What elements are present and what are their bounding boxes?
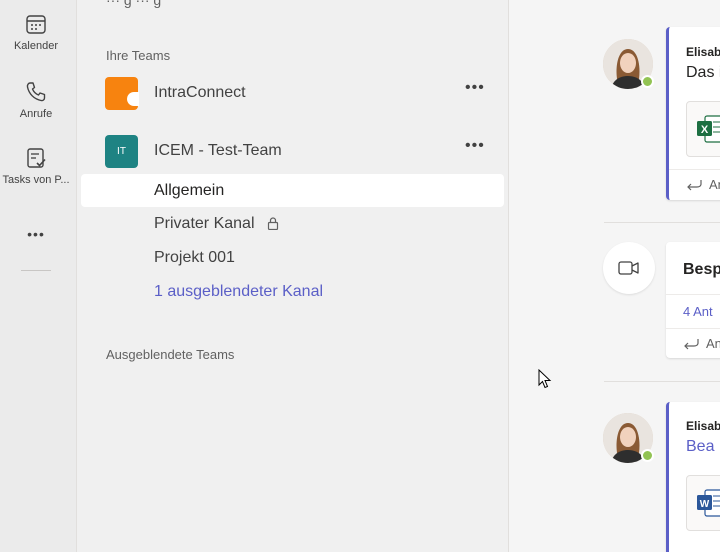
rail-calls-label: Anrufe [19, 108, 53, 120]
post-divider [604, 222, 720, 223]
reply-arrow-icon [687, 180, 702, 191]
your-teams-heading: Ihre Teams [106, 48, 171, 63]
team-name: ICEM - Test-Team [154, 142, 282, 159]
calendar-icon [26, 15, 46, 34]
conversation-area: Elisab Das i X An Besp 4 Ant An [508, 0, 720, 552]
cut-off-text: ··· g ··· g [106, 0, 162, 8]
app-rail: Kalender Anrufe Tasks von P... ••• [0, 0, 77, 552]
team-more-options-button[interactable]: ••• [465, 79, 485, 97]
mouse-cursor-icon [538, 369, 552, 389]
presence-available-icon [641, 449, 654, 462]
post-card[interactable]: Elisab Das i X An [666, 27, 720, 200]
channel-projekt-001[interactable]: Projekt 001 [81, 241, 504, 274]
more-apps-button[interactable]: ••• [24, 226, 48, 242]
word-file-attachment[interactable]: W [686, 475, 720, 531]
team-more-options-button[interactable]: ••• [465, 137, 485, 155]
rail-tasks[interactable]: Tasks von P... [0, 146, 72, 186]
excel-file-attachment[interactable]: X [686, 101, 720, 157]
svg-text:W: W [700, 499, 710, 510]
rail-calls[interactable]: Anrufe [0, 80, 72, 120]
hidden-teams-heading[interactable]: Ausgeblendete Teams [106, 347, 234, 362]
replies-count-link[interactable]: 4 Ant [683, 304, 713, 319]
rail-divider [21, 270, 51, 271]
presence-available-icon [641, 75, 654, 88]
post-text: Das i [686, 64, 720, 81]
meeting-icon-circle [603, 242, 655, 294]
team-avatar: IT [105, 135, 138, 168]
post-author: Elisab [686, 419, 720, 433]
rail-tasks-label: Tasks von P... [2, 174, 70, 186]
team-avatar [105, 77, 139, 110]
card-divider [666, 294, 720, 295]
reply-label: An [706, 336, 720, 351]
post-card[interactable]: Elisab Bea E W [666, 402, 720, 552]
word-icon: W [697, 489, 720, 517]
meeting-title: Besp [683, 261, 720, 278]
team-intraconnect[interactable]: IntraConnect ••• [81, 73, 504, 113]
post-author: Elisab [686, 45, 720, 59]
reply-label: An [709, 177, 720, 192]
team-icem-test-team[interactable]: IT ICEM - Test-Team ••• [81, 131, 504, 171]
channel-label: 1 ausgeblendeter Kanal [154, 283, 324, 300]
post-divider [604, 381, 720, 382]
hidden-channels-link[interactable]: 1 ausgeblendeter Kanal [81, 275, 504, 308]
video-camera-icon [618, 261, 639, 275]
channel-label: Privater Kanal [154, 215, 255, 232]
rail-calendar-label: Kalender [13, 40, 59, 52]
reply-button[interactable]: An [669, 169, 720, 199]
svg-text:X: X [701, 124, 709, 136]
reply-arrow-icon [684, 339, 699, 350]
channel-label: Projekt 001 [154, 249, 235, 266]
reply-button[interactable]: An [666, 328, 720, 358]
channel-privater-kanal[interactable]: Privater Kanal [81, 207, 504, 240]
lock-icon [267, 217, 279, 230]
excel-icon: X [697, 115, 720, 143]
meeting-post-card[interactable]: Besp 4 Ant An [666, 242, 720, 358]
post-text-link[interactable]: Bea E [686, 438, 720, 456]
team-name: IntraConnect [154, 84, 246, 101]
channel-allgemein[interactable]: Allgemein [81, 174, 504, 207]
tasks-icon [27, 148, 46, 168]
rail-calendar[interactable]: Kalender [0, 12, 72, 52]
channel-label: Allgemein [154, 182, 225, 199]
phone-icon [26, 82, 46, 102]
